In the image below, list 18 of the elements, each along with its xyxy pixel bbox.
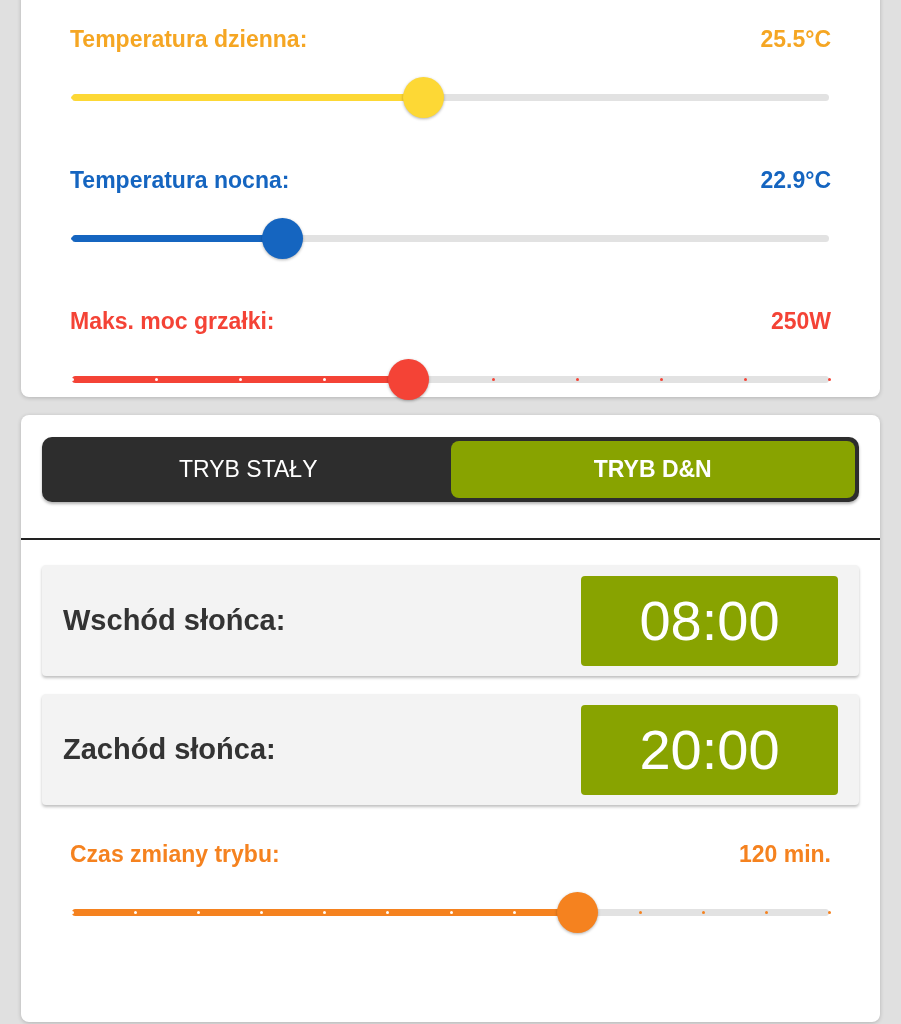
time-label: Wschód słońca:: [63, 604, 286, 637]
slider-label: Temperatura nocna:: [70, 167, 290, 195]
slider-label: Temperatura dzienna:: [70, 26, 308, 54]
slider-value: 120 min.: [738, 841, 831, 869]
time-label: Zachód słońca:: [63, 733, 276, 766]
mode-tab[interactable]: TRYB D&N: [450, 441, 855, 498]
slider-thumb[interactable]: [556, 892, 598, 933]
slider-thumb[interactable]: [388, 359, 430, 400]
slider-label: Czas zmiany trybu:: [70, 841, 280, 869]
slider-value: 250W: [770, 308, 831, 336]
time-button[interactable]: 08:00: [581, 575, 838, 666]
time-button[interactable]: 20:00: [581, 704, 838, 795]
slider-value: 22.9°C: [760, 167, 831, 195]
slider-thumb[interactable]: [261, 218, 303, 259]
slider-label: Maks. moc grzałki:: [70, 308, 275, 336]
slider-thumb[interactable]: [403, 77, 445, 118]
mode-tab[interactable]: TRYB STAŁY: [46, 441, 451, 498]
slider-value: 25.5°C: [760, 26, 831, 54]
